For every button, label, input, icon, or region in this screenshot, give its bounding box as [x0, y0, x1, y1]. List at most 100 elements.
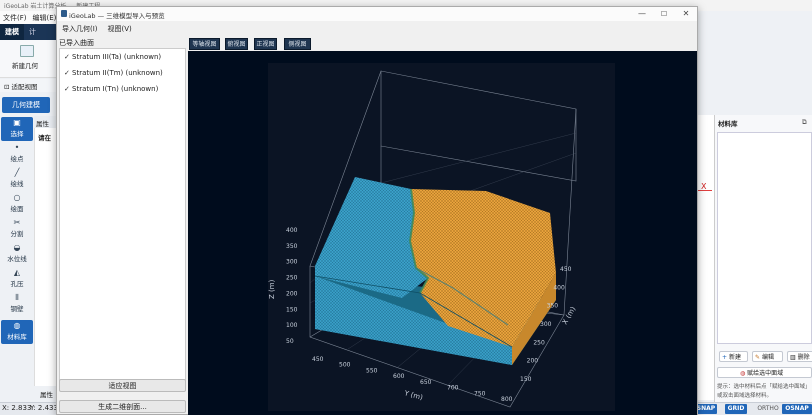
3d-surface-chart[interactable]: 50 100 150 200 250 300 350 400 450 500 550 600 650 7… — [268, 63, 615, 411]
x-tick-label: 350 — [547, 303, 559, 310]
list-item[interactable]: ✓ Stratum I(Tn) (unknown) — [60, 81, 185, 97]
y-tick-label: 450 — [312, 356, 324, 363]
tool-wall[interactable]: ⦀ 钢壁 — [1, 292, 33, 316]
tool-point[interactable]: • 绘点 — [1, 142, 33, 166]
dialog-menubar: 导入几何(I) 视图(V) — [57, 22, 697, 35]
z-tick-label: 150 — [286, 306, 298, 313]
surface-list: ✓ Stratum III(Ta) (unknown) ✓ Stratum II(T… — [59, 48, 186, 381]
3d-plot-area[interactable]: 50 100 150 200 250 300 350 400 450 500 550 600 650 7… — [188, 51, 697, 415]
front-view-button[interactable]: 正视图 — [254, 38, 277, 50]
y-tick-label: 700 — [447, 385, 459, 392]
y-tick-label: 500 — [339, 362, 351, 369]
properties-hint: 请在 — [38, 134, 51, 142]
tool-materials[interactable]: ◍ 材料库 — [1, 320, 33, 344]
edit-material-label: 编辑 — [761, 354, 774, 361]
list-item[interactable]: ✓ Stratum III(Ta) (unknown) — [60, 49, 185, 65]
polygon-icon: ○ — [13, 193, 21, 202]
materials-icon: ◍ — [13, 321, 21, 330]
menu-view[interactable]: 视图(V) — [103, 22, 137, 36]
x-tick-label: 150 — [520, 376, 532, 383]
ortho-toggle[interactable]: ORTHO — [755, 404, 781, 414]
menu-import-geometry[interactable]: 导入几何(I) — [57, 22, 103, 36]
y-tick-label: 550 — [366, 367, 378, 374]
drawing-canvas[interactable] — [697, 115, 714, 400]
z-tick-label: 50 — [286, 338, 294, 345]
new-geometry-button[interactable]: 新建几何 — [12, 60, 38, 70]
z-axis-label: Z (m) — [268, 279, 276, 299]
tool-pressure[interactable]: ◭ 孔压 — [1, 267, 33, 291]
view-bar: ⊡ 适配视图 — [0, 79, 60, 92]
tool-line[interactable]: ╱ 绘线 — [1, 167, 33, 191]
assign-material-label: 赋给选中面域 — [747, 370, 784, 377]
side-view-button[interactable]: 侧视图 — [284, 38, 311, 50]
3d-plot-canvas[interactable]: 50 100 150 200 250 300 350 400 450 500 550 600 650 7… — [268, 63, 615, 411]
z-tick-label: 200 — [286, 290, 298, 297]
tool-water[interactable]: ◒ 水位线 — [1, 242, 33, 266]
tool-polygon[interactable]: ○ 绘面 — [1, 192, 33, 216]
ribbon: 新建几何 — [0, 40, 60, 78]
y-tick-label: 600 — [393, 373, 405, 380]
top-view-button[interactable]: 俯视图 — [225, 38, 248, 50]
snap-toggle[interactable]: SNAP — [695, 404, 717, 414]
materials-tip-line1: 提示：选中材料后点「赋给选中面域」 — [717, 384, 811, 390]
x-tick-label: 300 — [540, 321, 552, 328]
toolbox: ▣ 选择 • 绘点 ╱ 绘线 ○ 绘面 ✂ 分割 ◒ 水位线 ◭ 孔压 ⦀ 钢壁 ◍ 材料库 — [0, 116, 34, 346]
y-tick-label: 800 — [501, 396, 513, 403]
tool-label: 分割 — [10, 230, 24, 238]
tool-label: 选择 — [10, 130, 24, 138]
minimize-icon[interactable]: — — [633, 8, 651, 20]
geometry-mode-button[interactable]: 几何建模 — [2, 97, 50, 113]
close-icon[interactable]: ✕ — [677, 8, 695, 20]
line-icon: ╱ — [14, 168, 20, 177]
x-axis-marker: X — [701, 182, 707, 191]
wall-icon: ⦀ — [15, 293, 19, 302]
z-tick-label: 350 — [286, 243, 298, 250]
materials-title: 材料库 — [718, 120, 738, 128]
tab-compute[interactable]: 计 — [24, 24, 41, 40]
x-tick-label: 400 — [553, 284, 565, 291]
tab-modeling[interactable]: 建模 — [0, 24, 24, 40]
check-icon[interactable]: ✓ — [64, 81, 72, 97]
tool-scissors[interactable]: ✂ 分割 — [1, 217, 33, 241]
grid-toggle[interactable]: GRID — [725, 404, 747, 414]
tool-label: 孔压 — [10, 280, 24, 288]
imported-surfaces-label: 已导入曲面 — [59, 39, 94, 47]
osnap-toggle[interactable]: OSNAP — [782, 404, 812, 414]
new-material-label: 新建 — [728, 354, 741, 361]
tool-select[interactable]: ▣ 选择 — [1, 117, 33, 141]
materials-list[interactable] — [717, 132, 812, 344]
y-tick-label: 650 — [420, 379, 432, 386]
properties-bottom-tab[interactable]: 属性 — [40, 389, 53, 399]
z-axis-ticks: 50 100 150 200 250 300 350 400 — [286, 227, 298, 345]
tool-label: 绘点 — [10, 155, 24, 163]
properties-tab[interactable]: 属性 — [34, 116, 58, 128]
soil-body — [314, 177, 556, 365]
check-icon[interactable]: ✓ — [64, 65, 72, 81]
fit-view-button[interactable]: 适应视图 — [59, 379, 186, 392]
list-item[interactable]: ✓ Stratum II(Tm) (unknown) — [60, 65, 185, 81]
menu-file[interactable]: 文件(F) — [0, 11, 30, 25]
delete-material-button[interactable]: ▥ 删除 — [787, 351, 812, 362]
isometric-view-button[interactable]: 等轴视图 — [189, 38, 220, 50]
dialog-titlebar[interactable]: iGeoLab — 三维模型导入与预览 — [57, 7, 697, 21]
tool-label: 材料库 — [7, 333, 27, 341]
fit-view-label[interactable]: 适配视图 — [12, 83, 38, 91]
layer-name: Stratum II(Tm) (unknown) — [72, 69, 163, 77]
menu-edit[interactable]: 编辑(E) — [30, 11, 60, 25]
status-y-coordinate: Y: 2.433 — [30, 404, 58, 412]
layer-name: Stratum III(Ta) (unknown) — [72, 53, 162, 61]
delete-material-label: 删除 — [797, 354, 810, 361]
check-icon[interactable]: ✓ — [64, 49, 72, 65]
pressure-icon: ◭ — [13, 268, 21, 277]
z-tick-label: 400 — [286, 227, 298, 234]
z-tick-label: 250 — [286, 275, 298, 282]
fit-icon: ⊡ — [4, 83, 12, 91]
float-panel-icon[interactable]: ⧉ — [802, 118, 807, 127]
assign-material-button[interactable]: ◍ 赋给选中面域 — [717, 367, 812, 378]
generate-2d-section-button[interactable]: 生成二维剖面... — [59, 400, 186, 413]
maximize-icon[interactable]: ☐ — [655, 8, 673, 20]
materials-tip-line2: 或双击面域选择材料。 — [717, 393, 773, 399]
edit-material-button[interactable]: ✎ 编辑 — [752, 351, 783, 362]
z-tick-label: 300 — [286, 259, 298, 266]
new-material-button[interactable]: + 新建 — [719, 351, 748, 362]
